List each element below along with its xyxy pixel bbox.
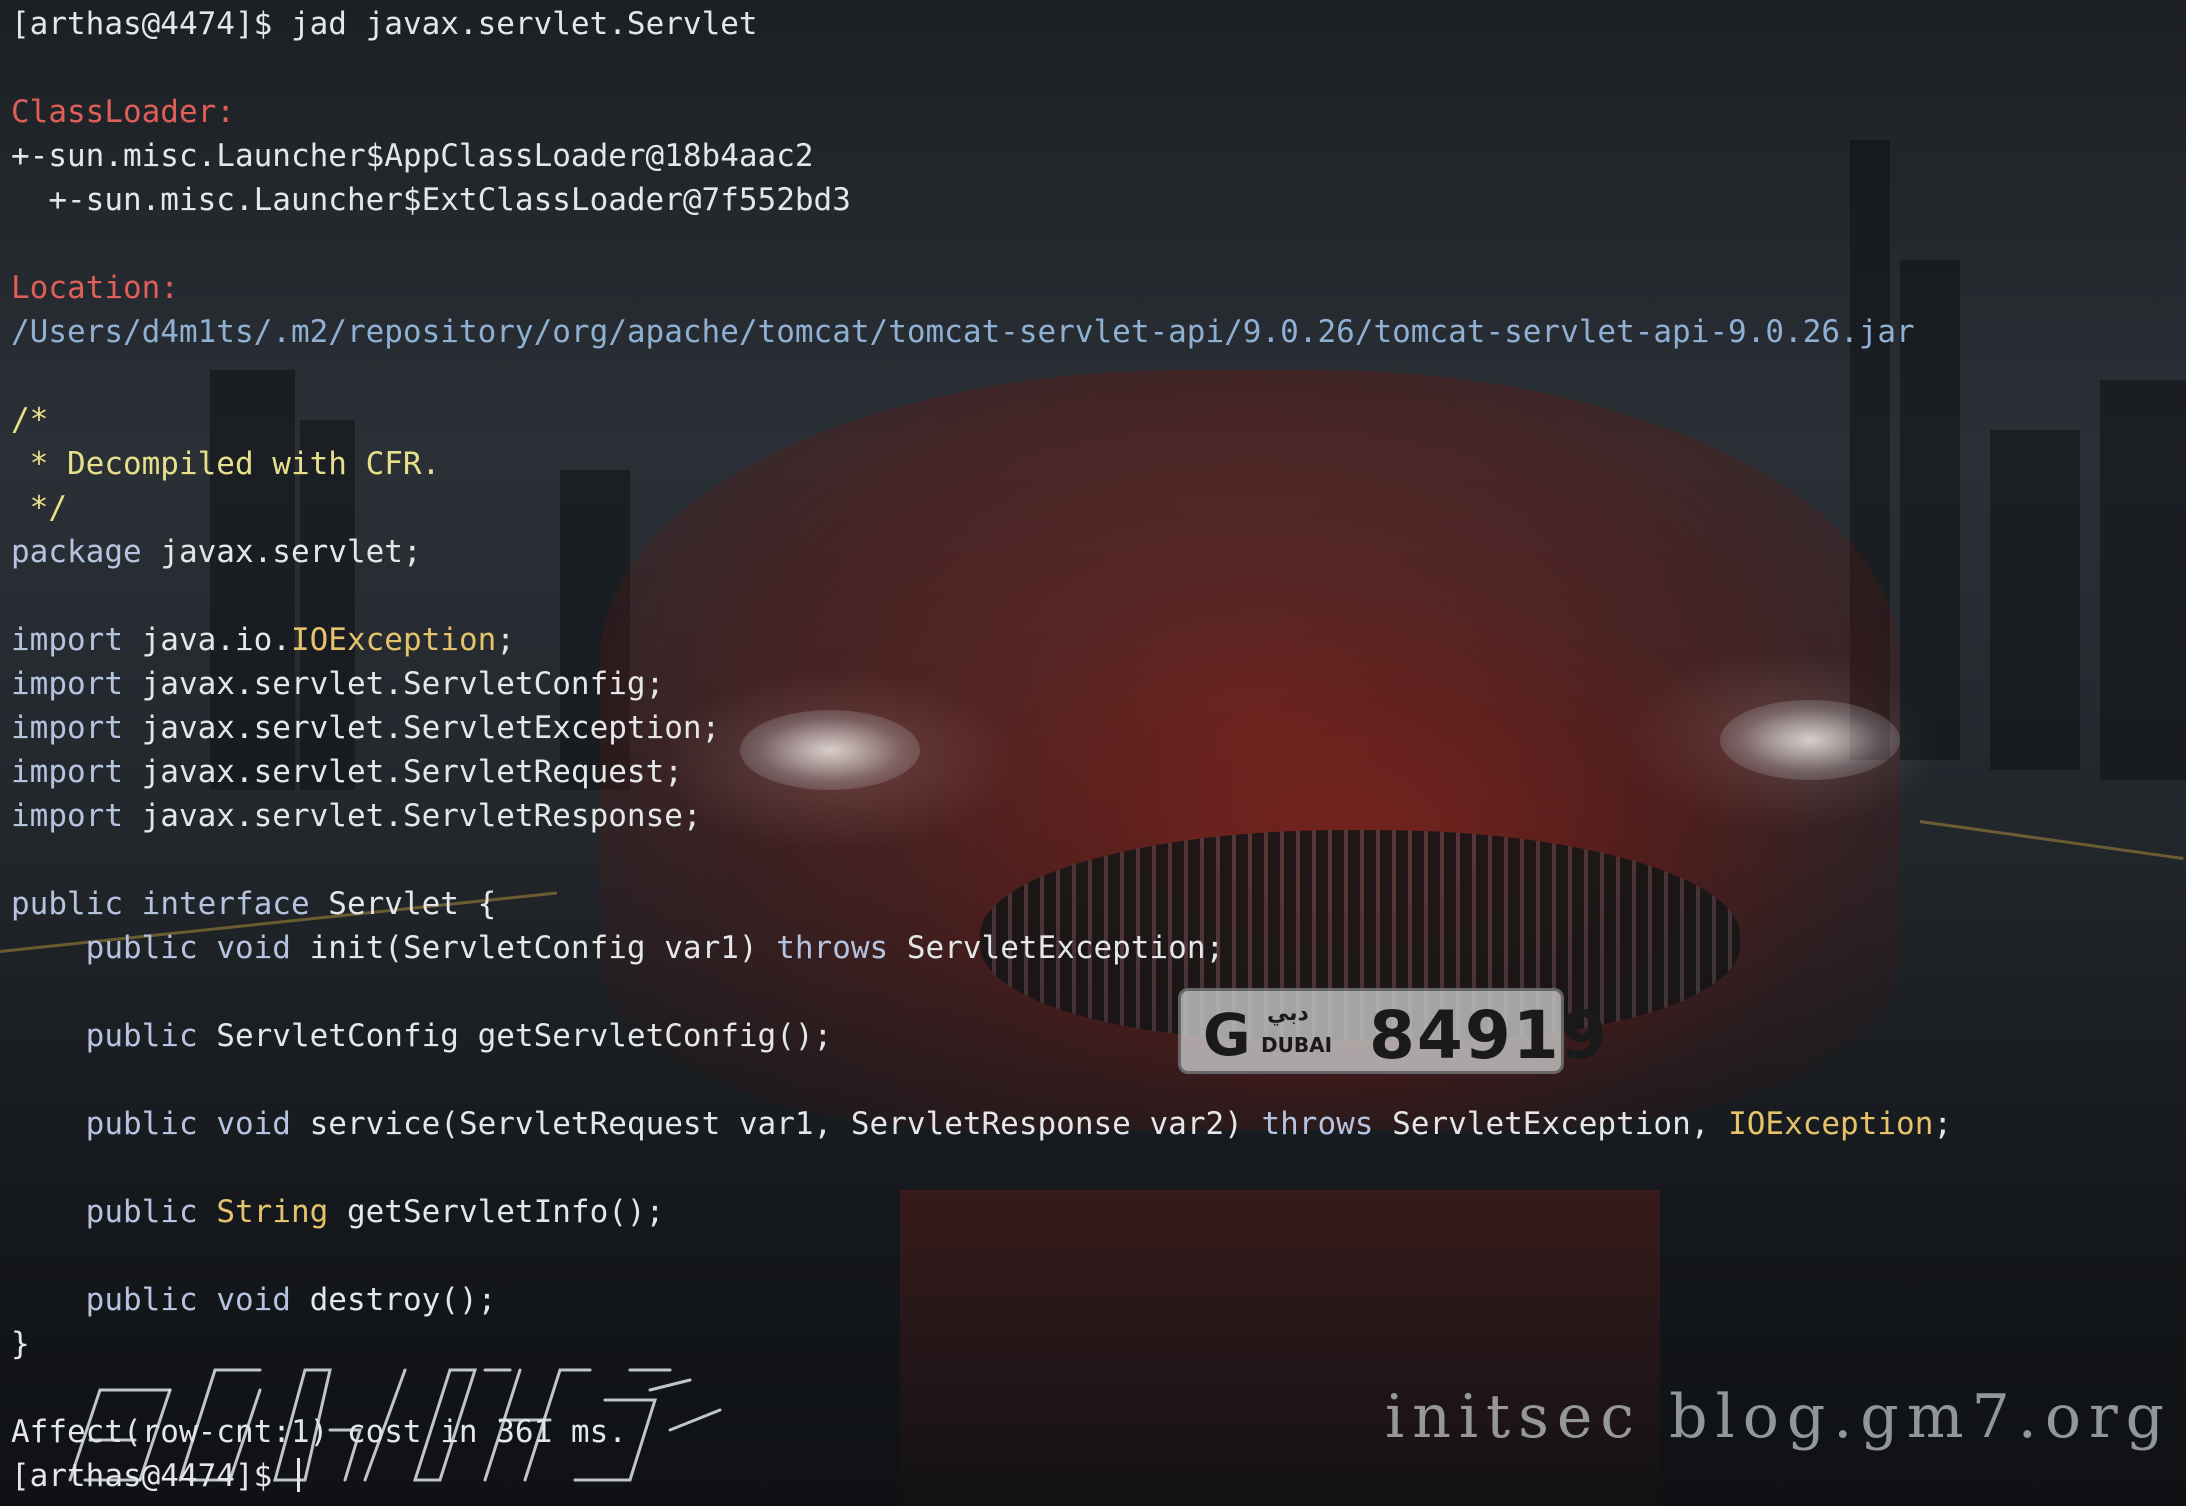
method-get-servlet-info: public String getServletInfo();: [11, 1190, 1952, 1234]
terminal-window[interactable]: G دبي DUBAI 84919 [arthas@4474]$ jad jav…: [0, 0, 2186, 1506]
keyword-public: public: [85, 1106, 198, 1142]
import-line: import javax.servlet.ServletConfig;: [11, 662, 1952, 706]
location-header: Location:: [11, 270, 179, 306]
classloader-app: +-sun.misc.Launcher$AppClassLoader@18b4a…: [11, 138, 814, 174]
shell-prompt: [arthas@4474]$: [11, 6, 291, 42]
package-name: javax.servlet;: [141, 534, 422, 570]
keyword-import: import: [11, 754, 123, 790]
import-line: import javax.servlet.ServletRequest;: [11, 750, 1952, 794]
method-signature: ServletConfig getServletConfig();: [197, 1018, 833, 1054]
type-ioexception: IOException: [1728, 1106, 1934, 1142]
method-signature: getServletInfo();: [328, 1194, 665, 1230]
method-service: public void service(ServletRequest var1,…: [11, 1102, 1952, 1146]
package-line: package javax.servlet;: [11, 530, 1952, 574]
keyword-interface: interface: [141, 886, 310, 922]
arthas-logo-icon: [68, 1368, 722, 1482]
method-destroy: public void destroy();: [11, 1278, 1952, 1322]
command-line: [arthas@4474]$ jad javax.servlet.Servlet: [11, 2, 1952, 46]
command-text: jad javax.servlet.Servlet: [290, 6, 758, 42]
keyword-public: public: [85, 1194, 198, 1230]
method-exception: ServletException,: [1373, 1106, 1729, 1142]
keyword-public: public: [85, 1282, 198, 1318]
classloader-header: ClassLoader:: [11, 94, 235, 130]
method-signature: init(ServletConfig var1): [290, 930, 777, 966]
classloader-ext: +-sun.misc.Launcher$ExtClassLoader@7f552…: [11, 182, 851, 218]
keyword-import: import: [11, 666, 123, 702]
comment-open: /*: [11, 402, 49, 438]
location-path: /Users/d4m1ts/.m2/repository/org/apache/…: [11, 314, 1915, 350]
keyword-import: import: [11, 710, 123, 746]
interface-declaration: public interface Servlet {: [11, 882, 1952, 926]
type-string: String: [216, 1194, 329, 1230]
keyword-public: public: [85, 930, 198, 966]
import-line: import javax.servlet.ServletResponse;: [11, 794, 1952, 838]
method-end: ;: [1933, 1106, 1953, 1142]
import-path: javax.servlet.ServletConfig;: [122, 666, 665, 702]
keyword-import: import: [11, 622, 123, 658]
import-path: javax.servlet.ServletException;: [122, 710, 721, 746]
keyword-throws: throws: [1261, 1106, 1374, 1142]
import-class: IOException: [290, 622, 497, 658]
keyword-throws: throws: [776, 930, 889, 966]
watermark-text: initsec blog.gm7.org: [1385, 1382, 2173, 1452]
method-signature: destroy();: [290, 1282, 497, 1318]
comment-close: */: [11, 490, 67, 526]
interface-name: Servlet {: [309, 886, 497, 922]
keyword-void: void: [216, 1282, 291, 1318]
import-path: java.io.: [122, 622, 291, 658]
keyword-import: import: [11, 798, 123, 834]
method-signature: service(ServletRequest var1, ServletResp…: [290, 1106, 1262, 1142]
method-init: public void init(ServletConfig var1) thr…: [11, 926, 1952, 970]
comment-body: * Decompiled with CFR.: [11, 446, 441, 482]
method-get-servlet-config: public ServletConfig getServletConfig();: [11, 1014, 1952, 1058]
keyword-package: package: [11, 534, 142, 570]
keyword-void: void: [216, 930, 291, 966]
import-line: import javax.servlet.ServletException;: [11, 706, 1952, 750]
import-path: javax.servlet.ServletResponse;: [122, 798, 702, 834]
keyword-public: public: [85, 1018, 198, 1054]
import-line: import java.io.IOException;: [11, 618, 1952, 662]
import-semicolon: ;: [496, 622, 515, 658]
import-path: javax.servlet.ServletRequest;: [122, 754, 683, 790]
method-exception: ServletException;: [888, 930, 1225, 966]
keyword-void: void: [216, 1106, 291, 1142]
keyword-public: public: [11, 886, 123, 922]
terminal-output: [arthas@4474]$ jad javax.servlet.Servlet…: [11, 2, 1952, 1498]
